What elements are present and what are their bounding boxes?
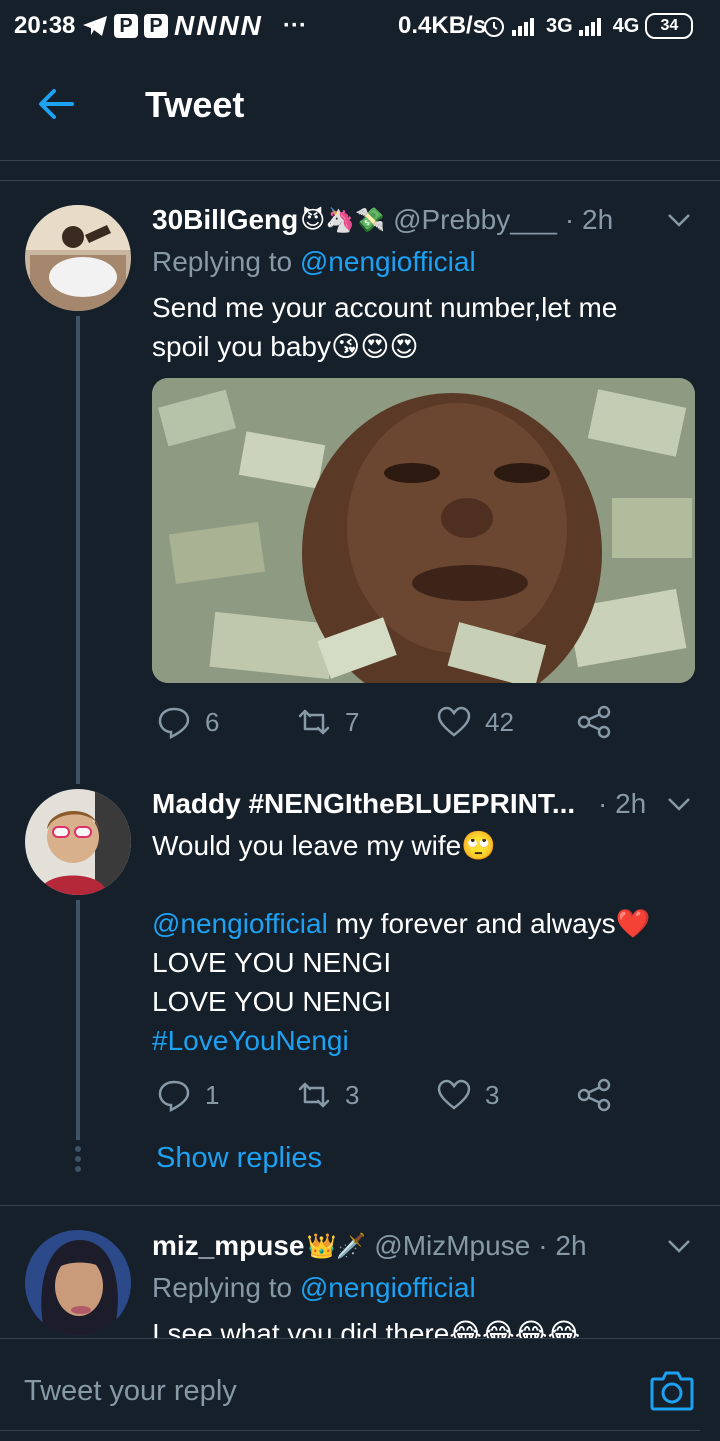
timestamp: · 2h (538, 1230, 587, 1261)
reply-input[interactable]: Tweet your reply (24, 1375, 237, 1408)
tweet-text-line: I see what you did there😂😂😂😂 (152, 1318, 581, 1338)
name-emoji: 👑🗡️ (306, 1232, 367, 1260)
mention-link[interactable]: @nengiofficial (300, 1272, 476, 1303)
tweet-header: miz_mpuse 👑🗡️ @MizMpuse · 2h (152, 1230, 587, 1262)
tweet-text: I see what you did there😂😂😂😂 (152, 1314, 692, 1338)
tweet[interactable]: miz_mpuse 👑🗡️ @MizMpuse · 2h Replying to… (0, 0, 720, 1338)
divider (0, 1430, 700, 1431)
avatar[interactable] (25, 1230, 131, 1336)
chevron-down-icon[interactable] (665, 1232, 693, 1260)
replying-to: Replying to @nengiofficial (152, 1272, 476, 1304)
handle[interactable]: @MizMpuse (374, 1230, 530, 1262)
replying-prefix: Replying to (152, 1272, 300, 1303)
camera-icon[interactable] (650, 1369, 694, 1411)
reply-composer[interactable]: Tweet your reply (0, 1338, 720, 1441)
display-name[interactable]: miz_mpuse (152, 1230, 305, 1262)
